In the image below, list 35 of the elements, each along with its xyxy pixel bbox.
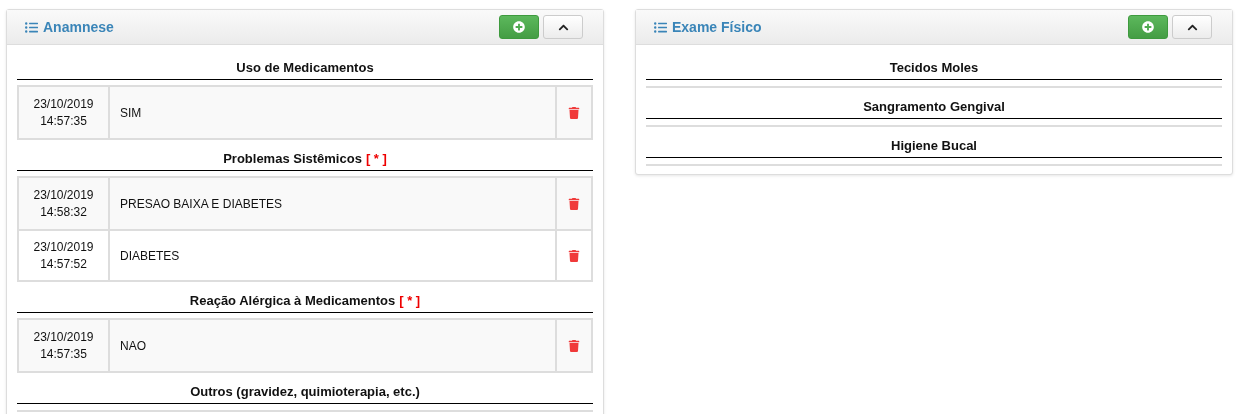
entry-date: 23/10/2019 bbox=[33, 238, 94, 256]
delete-icon[interactable] bbox=[568, 106, 580, 119]
entry-text: DIABETES bbox=[120, 247, 180, 265]
plus-icon bbox=[1142, 21, 1154, 33]
section-title: Outros (gravidez, quimioterapia, etc.) bbox=[190, 384, 420, 399]
section-title: Tecidos Moles bbox=[889, 60, 979, 75]
entry-text: SIM bbox=[120, 104, 142, 122]
entry-time: 14:58:32 bbox=[40, 203, 87, 221]
entry-time: 14:57:52 bbox=[40, 255, 87, 273]
plus-icon bbox=[513, 21, 525, 33]
collapse-button[interactable] bbox=[1172, 15, 1212, 39]
required-marker: [ * ] bbox=[399, 293, 421, 308]
section-title: Sangramento Gengival bbox=[863, 99, 1005, 114]
delete-icon[interactable] bbox=[568, 197, 580, 210]
collapse-button[interactable] bbox=[543, 15, 583, 39]
delete-icon[interactable] bbox=[568, 249, 580, 262]
section-title: Problemas Sistêmicos bbox=[223, 151, 362, 166]
entry-time: 14:57:35 bbox=[40, 112, 87, 130]
section-title: Reação Alérgica à Medicamentos bbox=[189, 293, 396, 308]
list-icon bbox=[25, 20, 38, 34]
add-button[interactable] bbox=[1128, 15, 1168, 39]
entry-time: 14:57:35 bbox=[40, 345, 87, 363]
entry-text: PRESAO BAIXA E DIABETES bbox=[120, 195, 283, 213]
entry-text: NAO bbox=[120, 337, 146, 355]
entry-date: 23/10/2019 bbox=[33, 328, 94, 346]
entry-date: 23/10/2019 bbox=[33, 186, 94, 204]
section-title: Uso de Medicamentos bbox=[236, 60, 374, 75]
section-title: Higiene Bucal bbox=[891, 138, 977, 153]
delete-icon[interactable] bbox=[568, 339, 580, 352]
entry-date: 23/10/2019 bbox=[33, 95, 94, 113]
add-button[interactable] bbox=[499, 15, 539, 39]
required-marker: [ * ] bbox=[365, 151, 387, 166]
list-icon bbox=[654, 20, 667, 34]
panel-title: Anamnese bbox=[43, 17, 114, 37]
panel-title: Exame Físico bbox=[672, 17, 762, 37]
